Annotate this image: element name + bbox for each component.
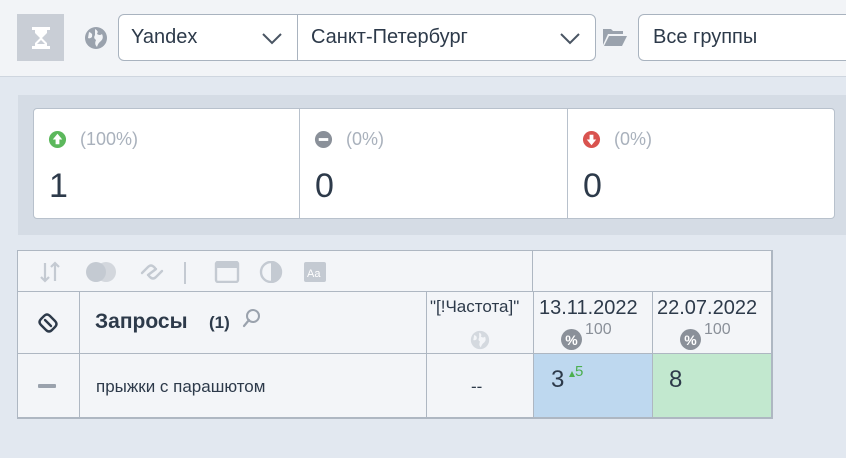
link-icon — [38, 313, 58, 333]
table-row[interactable]: прыжки с парашютом — [80, 354, 427, 418]
stat-up-percent: (100%) — [80, 129, 139, 149]
globe-icon — [470, 330, 490, 350]
search-icon[interactable] — [242, 308, 262, 328]
chevron-down-icon — [560, 33, 580, 45]
hourglass-icon — [31, 26, 50, 49]
stat-down-percent: (0%) — [614, 129, 653, 149]
region-select[interactable]: Санкт-Петербург — [297, 14, 596, 61]
position-cell-1[interactable]: 3 5 — [534, 354, 653, 418]
search-engine-value: Yandex — [131, 26, 198, 48]
groups-value: Все группы — [653, 26, 758, 48]
region-value: Санкт-Петербург — [311, 26, 468, 48]
stat-up-value: 1 — [49, 167, 68, 205]
search-engine-select[interactable]: Yandex — [118, 14, 298, 61]
position-change-1: 5 — [575, 363, 584, 380]
sort-icon[interactable] — [38, 261, 62, 283]
position-value-2: 8 — [669, 366, 683, 393]
row-toggle[interactable] — [18, 354, 80, 418]
frequency-column-header[interactable]: "[!Частота]" — [427, 292, 534, 354]
frequency-cell: -- — [427, 354, 534, 418]
date-column-header-2[interactable]: 22.07.2022 % 100 — [653, 292, 772, 354]
stat-card-same: (0%) 0 — [299, 108, 568, 219]
frequency-header-label: "[!Частота]" — [430, 297, 520, 316]
top-toolbar: Yandex Санкт-Петербург Все группы — [0, 0, 846, 77]
date-percent-1: 100 — [585, 321, 612, 338]
query-text: прыжки с парашютом — [96, 377, 266, 396]
stat-same-percent: (0%) — [346, 129, 385, 149]
query-column-header[interactable]: Запросы (1) — [80, 292, 427, 354]
frequency-value: -- — [471, 377, 483, 396]
stat-card-up: (100%) 1 — [33, 108, 300, 219]
arrow-down-circle-icon — [582, 130, 601, 149]
position-value-1: 3 — [551, 366, 565, 393]
date-column-header-1[interactable]: 13.11.2022 % 100 — [534, 292, 653, 354]
query-count: (1) — [209, 313, 230, 332]
minus-circle-icon — [314, 130, 333, 149]
link-column-header[interactable] — [18, 292, 80, 354]
contrast-icon[interactable] — [258, 261, 284, 283]
date-percent-2: 100 — [704, 321, 731, 338]
hourglass-button[interactable] — [17, 14, 64, 61]
globe-icon — [85, 27, 107, 49]
font-size-icon[interactable]: Aa — [302, 261, 328, 283]
date-label-2: 22.07.2022 — [657, 297, 758, 319]
date-label-1: 13.11.2022 — [539, 297, 638, 319]
chevron-down-icon — [262, 33, 282, 45]
stat-same-value: 0 — [315, 167, 334, 205]
svg-text:Aa: Aa — [307, 268, 321, 280]
percent-badge-icon: % — [561, 329, 582, 350]
stat-card-down: (0%) 0 — [567, 108, 835, 219]
toolbar-divider — [184, 262, 186, 284]
arrow-up-circle-icon — [48, 130, 67, 149]
link-icon[interactable] — [138, 261, 166, 283]
stat-down-value: 0 — [583, 167, 602, 205]
table-toolbar-right — [533, 251, 772, 292]
query-header-label: Запросы — [95, 310, 188, 333]
folder-open-icon — [603, 29, 627, 46]
groups-select[interactable]: Все группы — [638, 14, 846, 61]
percent-badge-icon: % — [680, 329, 701, 350]
position-cell-2[interactable]: 8 — [653, 354, 772, 418]
window-icon[interactable] — [214, 261, 240, 283]
toggle-icon[interactable] — [85, 261, 117, 283]
minus-icon — [38, 384, 56, 388]
